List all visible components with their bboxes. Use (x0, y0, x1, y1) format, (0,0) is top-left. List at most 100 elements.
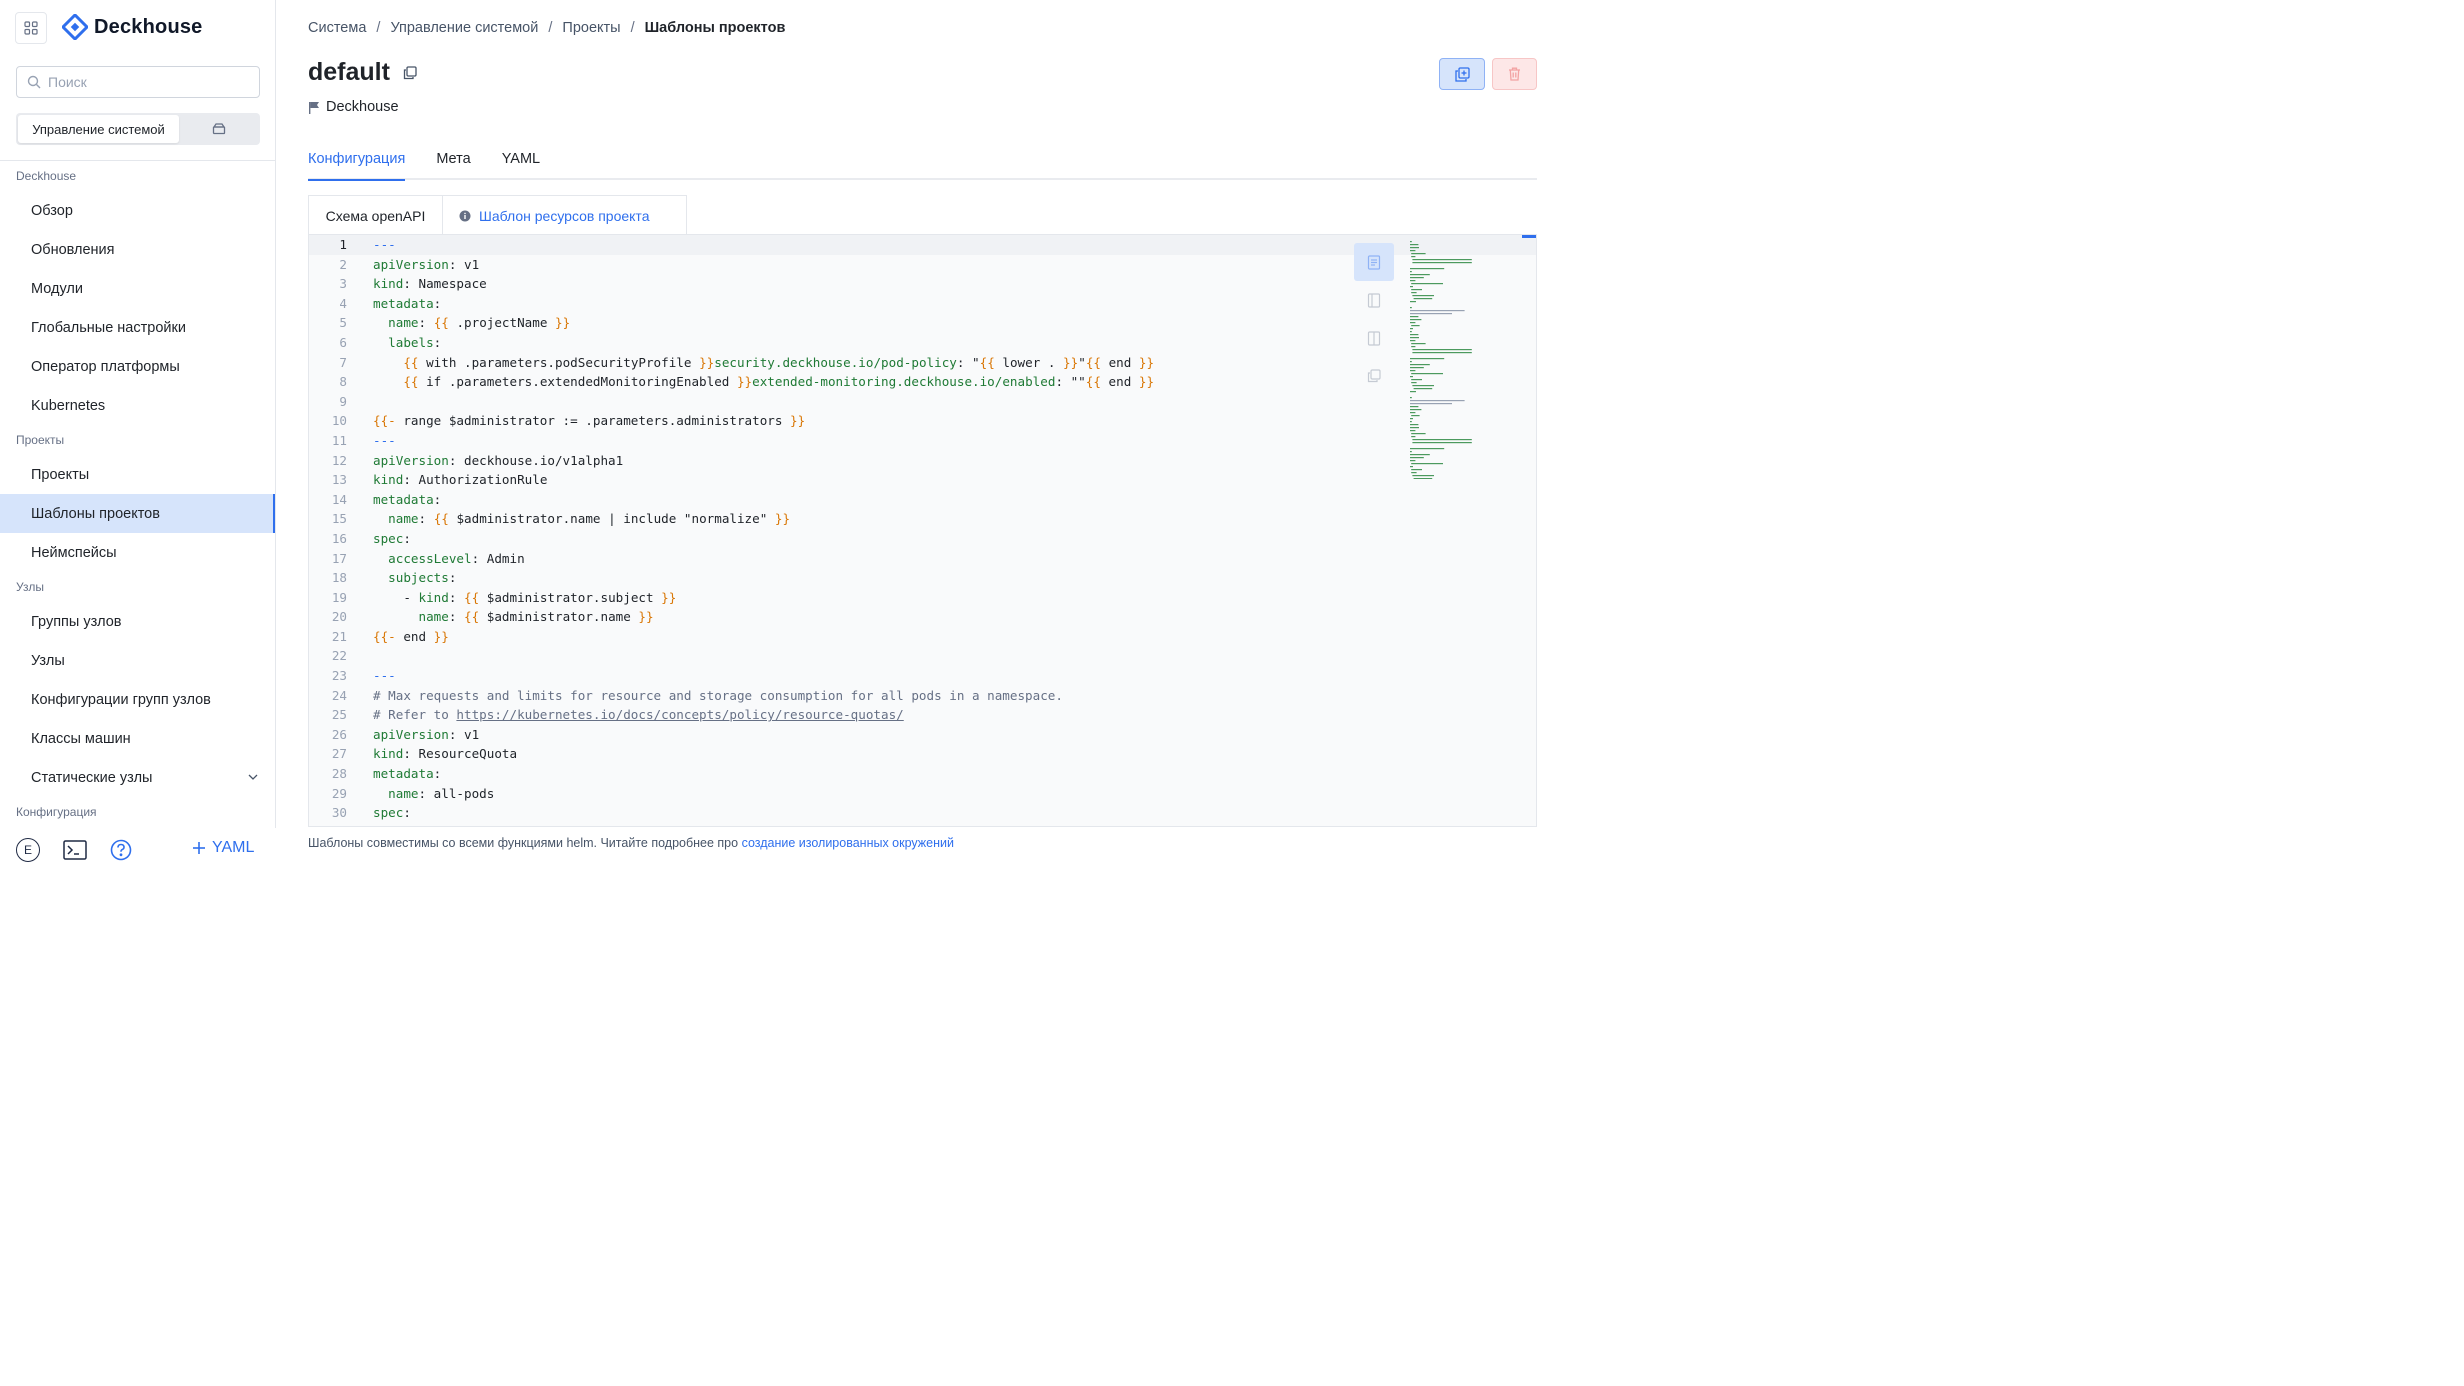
breadcrumb-separator: / (376, 20, 381, 36)
code-line[interactable]: {{ if .parameters.extendedMonitoringEnab… (373, 372, 1373, 392)
code-line[interactable]: - kind: {{ $administrator.subject }} (373, 588, 1373, 608)
code-line[interactable]: name: all-pods (373, 784, 1373, 804)
apps-menu-button[interactable] (15, 12, 47, 44)
code-line[interactable]: name: {{ .projectName }} (373, 313, 1373, 333)
sidebar-item-overview[interactable]: Обзор (0, 191, 275, 230)
avatar[interactable]: E (16, 838, 40, 862)
code-line[interactable]: spec: (373, 529, 1373, 549)
sidebar-item-updates[interactable]: Обновления (0, 230, 275, 269)
code-line[interactable]: metadata: (373, 294, 1373, 314)
breadcrumb: Система / Управление системой / Проекты … (308, 20, 785, 36)
minimap-line (1410, 427, 1419, 429)
sidebar-item-node-group-configurations[interactable]: Конфигурации групп узлов (0, 680, 275, 719)
clone-button[interactable] (1439, 58, 1485, 90)
minimap-line (1410, 466, 1413, 468)
minimap-line (1410, 454, 1430, 456)
terminal-button[interactable] (63, 839, 87, 864)
breadcrumb-item-projects[interactable]: Проекты (562, 20, 620, 36)
breadcrumb-item-system[interactable]: Система (308, 20, 366, 36)
line-number: 21 (331, 628, 347, 644)
search-box[interactable] (16, 66, 260, 98)
subtab-project-resource-template[interactable]: Шаблон ресурсов проекта (443, 195, 687, 235)
minimap-line (1410, 406, 1419, 408)
sidebar-item-global-settings[interactable]: Глобальные настройки (0, 308, 275, 347)
code-line[interactable]: {{- end }} (373, 627, 1373, 647)
tab-configuration[interactable]: Конфигурация (308, 146, 406, 181)
sidebar-item-machine-classes[interactable]: Классы машин (0, 719, 275, 758)
code-line[interactable]: name: {{ $administrator.name | include "… (373, 509, 1373, 529)
code-line[interactable]: kind: Namespace (373, 274, 1373, 294)
code-line[interactable]: --- (373, 431, 1373, 451)
sidebar-item-modules[interactable]: Модули (0, 269, 275, 308)
code-line[interactable]: # Max requests and limits for resource a… (373, 686, 1373, 706)
code-line[interactable]: apiVersion: v1 (373, 255, 1373, 275)
code-line[interactable]: labels: (373, 333, 1373, 353)
code-minimap[interactable] (1406, 239, 1526, 479)
view-panel-button[interactable] (1354, 281, 1394, 319)
sidebar-item-static-nodes[interactable]: Статические узлы (0, 758, 275, 797)
minimap-line (1413, 478, 1433, 479)
minimap-line (1411, 283, 1443, 285)
code-line[interactable]: {{- range $administrator := .parameters.… (373, 411, 1373, 431)
code-line[interactable]: --- (373, 235, 1373, 255)
code-line[interactable]: apiVersion: deckhouse.io/v1alpha1 (373, 451, 1373, 471)
sidebar-item-namespaces[interactable]: Неймспейсы (0, 533, 275, 572)
switcher-system-management[interactable]: Управление системой (18, 115, 179, 143)
logo-text: Deckhouse (94, 15, 203, 38)
code-line[interactable]: # Refer to https://kubernetes.io/docs/co… (373, 705, 1373, 725)
line-number: 19 (331, 589, 347, 605)
code-line[interactable]: {{ with .parameters.podSecurityProfile }… (373, 353, 1373, 373)
minimap-line (1410, 424, 1419, 426)
code-line[interactable]: --- (373, 666, 1373, 686)
minimap-line (1413, 388, 1433, 390)
logo[interactable]: Deckhouse (62, 14, 203, 40)
switcher-other[interactable] (179, 115, 258, 143)
code-line[interactable]: subjects: (373, 568, 1373, 588)
code-line[interactable]: name: {{ $administrator.name }} (373, 607, 1373, 627)
sidebar-item-kubernetes[interactable]: Kubernetes (0, 386, 275, 425)
view-document-button[interactable] (1354, 243, 1394, 281)
minimap-line (1410, 268, 1445, 270)
trash-icon (1509, 67, 1520, 81)
code-lines[interactable]: --- apiVersion: v1 kind: Namespace metadata… (373, 235, 1373, 823)
sidebar-item-node-groups[interactable]: Группы узлов (0, 602, 275, 641)
sidebar-item-projects[interactable]: Проекты (0, 455, 275, 494)
help-button[interactable] (110, 839, 132, 864)
minimap-line (1410, 286, 1413, 288)
sidebar-item-project-templates[interactable]: Шаблоны проектов (0, 494, 275, 533)
code-line[interactable]: metadata: (373, 764, 1373, 784)
tab-yaml[interactable]: YAML (502, 146, 540, 180)
footnote-link[interactable]: создание изолированных окружений (742, 836, 954, 850)
breadcrumb-item-system-management[interactable]: Управление системой (390, 20, 538, 36)
code-line[interactable]: metadata: (373, 490, 1373, 510)
code-line[interactable]: kind: ResourceQuota (373, 744, 1373, 764)
code-line[interactable] (373, 392, 1373, 412)
scroll-indicator[interactable] (1522, 235, 1536, 238)
minimap-line (1412, 259, 1472, 261)
code-line[interactable]: kind: AuthorizationRule (373, 470, 1373, 490)
minimap-line (1411, 433, 1426, 435)
sidebar-item-platform-operator[interactable]: Оператор платформы (0, 347, 275, 386)
code-editor[interactable]: 1 2 3 4 5 6 7 8 9 10 11 12 13 14 15 16 17 18 19 20 21 22 23 24 2… (308, 234, 1537, 827)
subtab-openapi-schema[interactable]: Схема openAPI (308, 195, 443, 235)
grid-icon (24, 21, 38, 35)
tab-meta[interactable]: Мета (436, 146, 470, 180)
minimap-line (1410, 313, 1452, 315)
copy-code-button[interactable] (1354, 357, 1394, 395)
create-yaml-button[interactable]: YAML (192, 839, 254, 857)
delete-button[interactable] (1492, 58, 1537, 90)
code-line[interactable] (373, 646, 1373, 666)
main-tabs: Конфигурация Мета YAML (308, 146, 1537, 181)
search-input[interactable] (48, 74, 248, 90)
minimap-line (1410, 334, 1419, 336)
line-number: 18 (331, 570, 347, 586)
code-line[interactable]: spec: (373, 803, 1373, 823)
sidebar-item-nodes[interactable]: Узлы (0, 641, 275, 680)
line-number: 10 (331, 413, 347, 429)
line-number: 4 (339, 295, 347, 311)
copy-title-button[interactable] (403, 66, 417, 83)
view-split-button[interactable] (1354, 319, 1394, 357)
minimap-line (1410, 391, 1416, 393)
code-line[interactable]: accessLevel: Admin (373, 549, 1373, 569)
code-line[interactable]: apiVersion: v1 (373, 725, 1373, 745)
